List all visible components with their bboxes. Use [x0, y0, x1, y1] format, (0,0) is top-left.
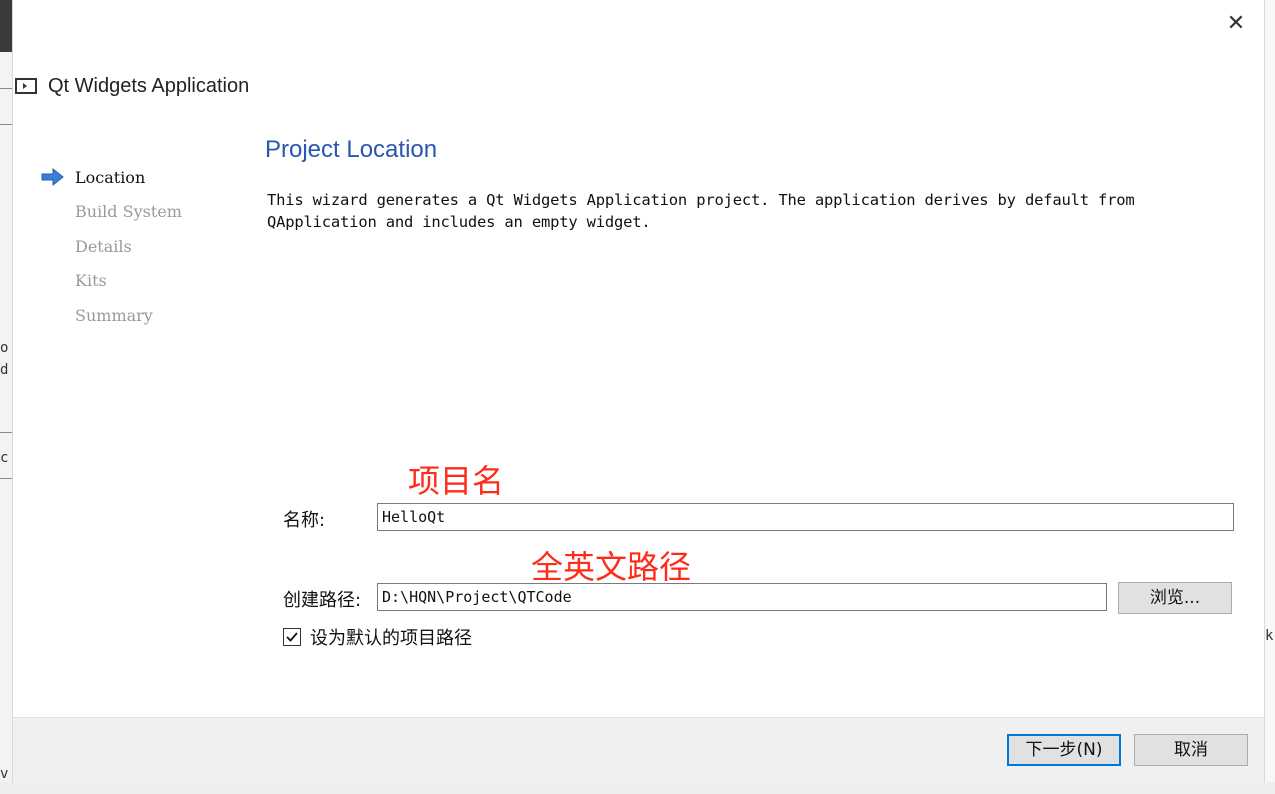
path-label: 创建路径:: [283, 590, 362, 611]
dialog-title: Qt Widgets Application: [48, 74, 250, 97]
background-text-fragment: d: [0, 362, 9, 378]
dialog-title-bar: Qt Widgets Application: [13, 68, 249, 104]
close-button[interactable]: ✕: [1222, 10, 1250, 38]
step-details: Details: [41, 229, 182, 264]
screen: o d c k v ✕ Qt Widgets Application Locat…: [0, 0, 1275, 794]
background-divider: [0, 88, 12, 89]
annotation-english-path: 全英文路径: [531, 548, 692, 586]
step-label: Location: [75, 167, 146, 187]
default-path-option[interactable]: 设为默认的项目路径: [283, 624, 472, 650]
background-window-dark-strip: [0, 0, 12, 52]
step-label: Kits: [75, 271, 107, 291]
page-description: This wizard generates a Qt Widgets Appli…: [267, 189, 1207, 233]
step-summary: Summary: [41, 298, 182, 333]
background-text-fragment: o: [0, 340, 9, 356]
next-button[interactable]: 下一步(N): [1007, 734, 1121, 766]
dialog-footer: 下一步(N) 取消: [13, 717, 1264, 783]
step-label: Summary: [75, 305, 153, 325]
default-path-checkbox[interactable]: [283, 628, 301, 646]
annotation-project-name: 项目名: [408, 462, 505, 500]
project-name-input[interactable]: [377, 503, 1234, 531]
checkmark-icon: [286, 632, 298, 642]
description-line: QApplication and includes an empty widge…: [267, 213, 651, 231]
current-step-arrow-icon: [41, 168, 64, 187]
browse-button[interactable]: 浏览...: [1118, 582, 1232, 614]
page-title: Project Location: [265, 136, 438, 163]
wizard-steps: Location Build System Details Kits Summa…: [41, 160, 182, 333]
background-divider: [0, 432, 12, 433]
step-location: Location: [41, 160, 182, 195]
wizard-dialog: ✕ Qt Widgets Application Location Build …: [12, 0, 1265, 783]
name-label: 名称:: [283, 510, 326, 531]
background-divider: [0, 478, 12, 479]
project-path-input[interactable]: [377, 583, 1107, 611]
background-window-left: [0, 0, 12, 794]
step-build-system: Build System: [41, 195, 182, 230]
cancel-button[interactable]: 取消: [1134, 734, 1248, 766]
description-line: This wizard generates a Qt Widgets Appli…: [267, 191, 1135, 209]
close-icon: ✕: [1226, 11, 1246, 36]
background-text-fragment: v: [0, 766, 9, 782]
background-text-fragment: c: [0, 450, 9, 466]
step-label: Build System: [75, 202, 182, 222]
background-divider: [0, 124, 12, 125]
default-path-label: 设为默认的项目路径: [310, 628, 472, 649]
step-label: Details: [75, 236, 132, 256]
step-kits: Kits: [41, 264, 182, 299]
background-text-fragment: k: [1265, 628, 1274, 644]
background-window-bottom: [0, 782, 1275, 794]
qt-app-icon: [15, 78, 37, 94]
